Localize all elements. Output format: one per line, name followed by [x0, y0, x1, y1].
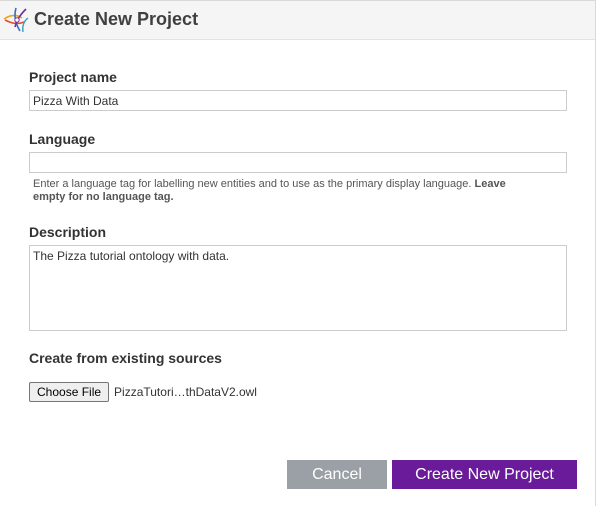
project-name-label: Project name [29, 69, 117, 85]
sources-label: Create from existing sources [29, 350, 222, 366]
dialog-title: Create New Project [34, 9, 199, 29]
webprotege-logo-icon [2, 5, 32, 35]
language-input[interactable] [29, 152, 567, 173]
file-chooser: Choose File PizzaTutori…thDataV2.owl [29, 381, 257, 402]
dialog-titlebar: Create New Project [0, 1, 595, 40]
create-project-button[interactable]: Create New Project [392, 460, 577, 489]
project-name-input[interactable] [29, 90, 567, 111]
description-textarea[interactable]: The Pizza tutorial ontology with data. [29, 245, 567, 331]
cancel-button[interactable]: Cancel [287, 460, 387, 489]
create-project-dialog: Create New Project Project name Language… [0, 0, 596, 506]
choose-file-button[interactable]: Choose File [29, 381, 110, 402]
language-hint-text: Enter a language tag for labelling new e… [33, 178, 472, 190]
description-label: Description [29, 224, 107, 240]
language-hint: Enter a language tag for labelling new e… [33, 178, 533, 204]
language-label: Language [29, 131, 96, 147]
selected-file-name: PizzaTutori…thDataV2.owl [114, 384, 257, 399]
